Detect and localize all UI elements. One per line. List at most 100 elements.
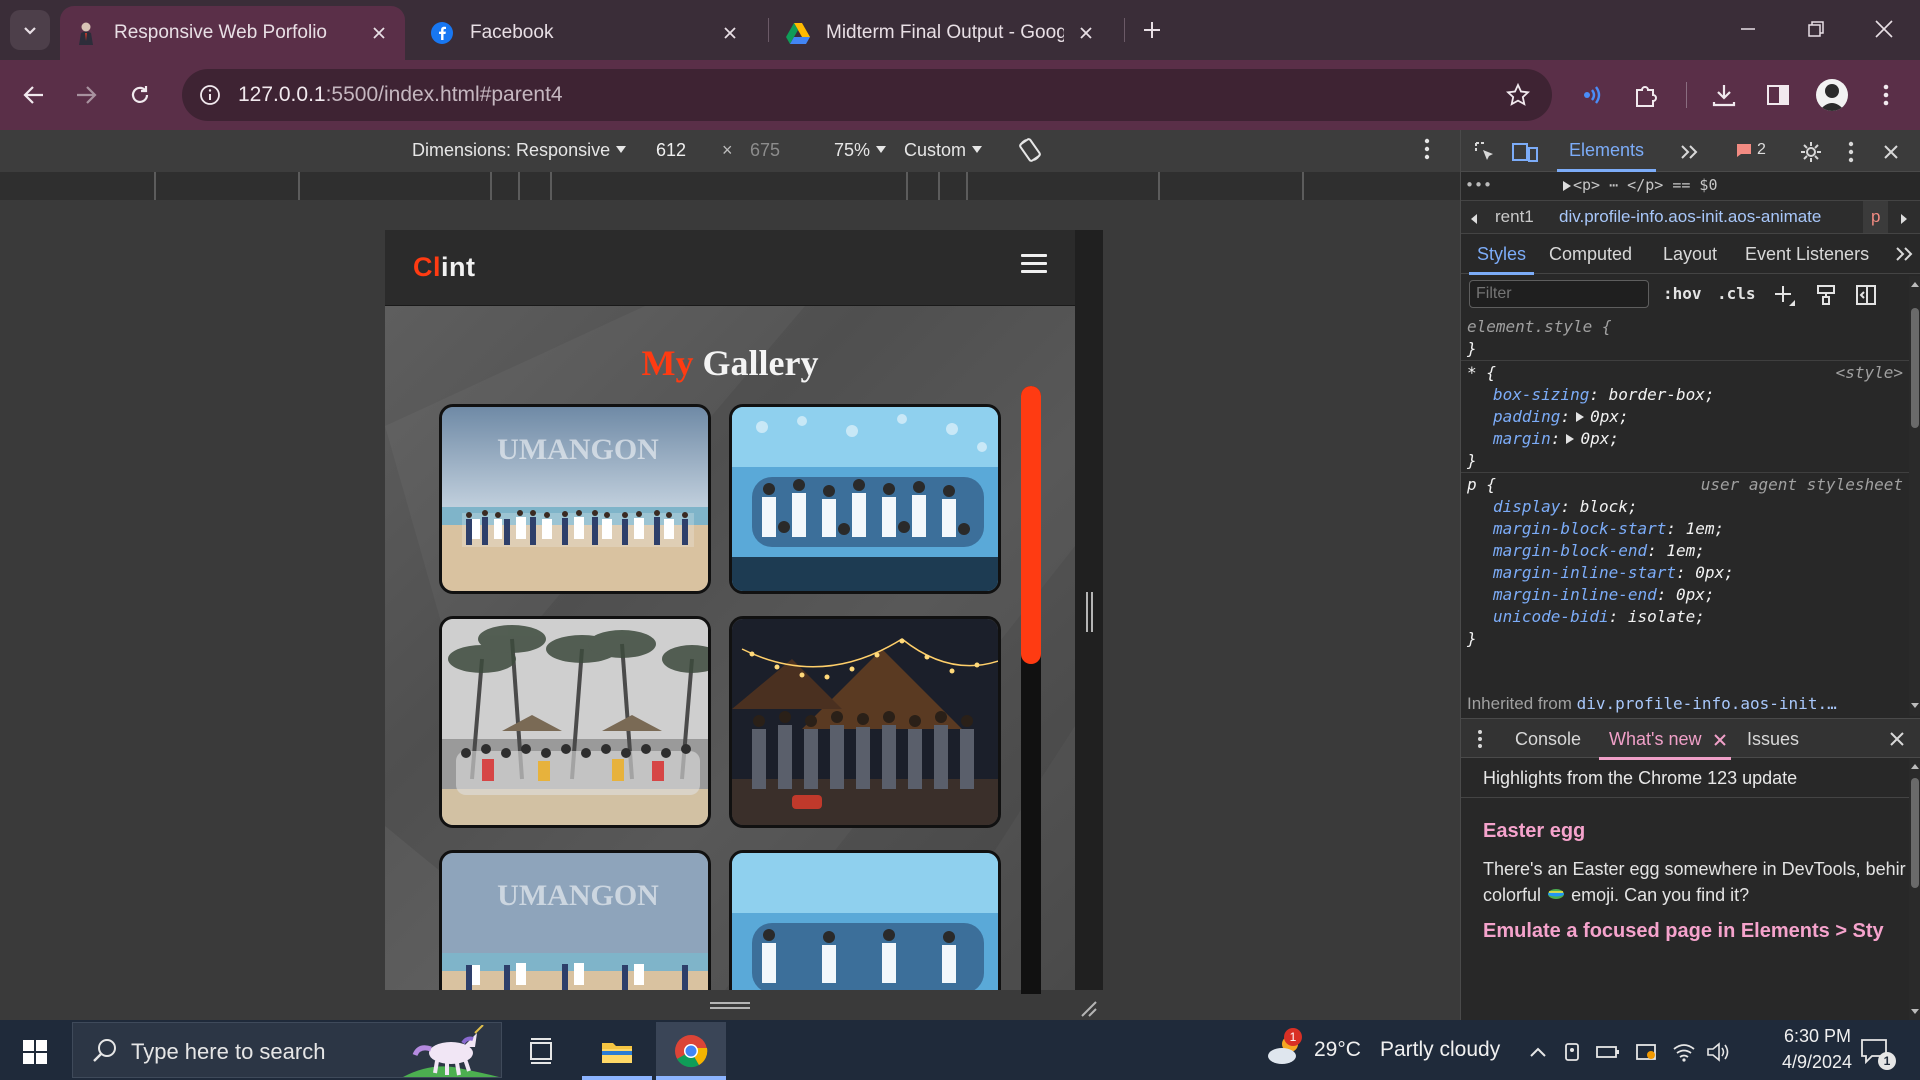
hamburger-menu-icon[interactable] (1021, 254, 1047, 276)
show-hidden-icons-chevron-icon[interactable] (1526, 1040, 1550, 1064)
toggle-sidebar-icon[interactable] (1855, 284, 1877, 311)
class-toggle[interactable]: .cls (1717, 284, 1756, 303)
dom-tree-selected-node[interactable]: ••• <p> ⋯ </p> == $0 (1461, 174, 1920, 198)
gallery-photo-beach[interactable]: UMANGON (439, 404, 711, 594)
cast-extension-icon[interactable] (1572, 77, 1608, 113)
expand-shorthand-icon[interactable] (1576, 412, 1585, 422)
close-window-button[interactable] (1850, 0, 1918, 58)
extensions-puzzle-icon[interactable] (1628, 77, 1664, 113)
tab-styles[interactable]: Styles (1468, 244, 1535, 275)
wifi-icon[interactable] (1672, 1040, 1696, 1064)
tab-elements[interactable]: Elements (1557, 130, 1657, 172)
chrome-menu-icon[interactable] (1868, 77, 1904, 113)
more-panes-icon[interactable] (1895, 246, 1913, 267)
start-button[interactable] (12, 1032, 58, 1072)
style-rule-p[interactable]: p {user agent stylesheet display: block;… (1461, 474, 1909, 650)
resize-handle-corner[interactable] (1078, 998, 1098, 1018)
chrome-taskbar-button[interactable] (656, 1022, 726, 1080)
close-whats-new-icon[interactable] (1713, 731, 1727, 752)
more-tabs-icon[interactable] (1675, 138, 1703, 166)
styles-scrollbar[interactable] (1909, 276, 1920, 716)
whats-new-heading[interactable]: Easter egg (1483, 820, 1585, 843)
property-value[interactable]: block; (1580, 497, 1638, 516)
tab-computed[interactable]: Computed (1549, 244, 1632, 265)
tab-console[interactable]: Console (1515, 729, 1581, 750)
close-devtools-icon[interactable] (1877, 138, 1905, 166)
gallery-photo-night[interactable] (729, 616, 1001, 828)
rule-origin-link[interactable]: <style> (1836, 362, 1903, 384)
address-bar[interactable]: 127.0.0.1:5500/index.html#parent4 (182, 69, 1552, 121)
gallery-photo-palms[interactable] (439, 616, 711, 828)
file-explorer-button[interactable] (582, 1022, 652, 1080)
site-logo[interactable]: Clint (413, 252, 476, 283)
zoom-dropdown[interactable]: 75% (834, 140, 887, 161)
back-button[interactable] (14, 75, 54, 115)
devtools-menu-icon[interactable] (1837, 138, 1865, 166)
tab-whats-new[interactable]: What's new (1598, 729, 1733, 760)
property-value[interactable]: 0px; (1590, 407, 1629, 426)
tab-facebook[interactable]: Facebook (416, 6, 756, 60)
property-name[interactable]: margin (1493, 429, 1551, 448)
inherited-element-link[interactable]: div.profile-info.aos-init.… (1577, 694, 1837, 713)
tab-portfolio[interactable]: Responsive Web Porfolio (60, 6, 405, 60)
style-rule-element[interactable]: element.style { } (1461, 316, 1909, 361)
ellipsis-icon[interactable]: ••• (1465, 176, 1492, 194)
breadcrumb-scroll-left-icon[interactable] (1469, 210, 1479, 230)
property-name[interactable]: unicode-bidi (1493, 607, 1609, 626)
resize-handle-bottom[interactable] (710, 1002, 750, 1012)
volume-icon[interactable] (1706, 1040, 1730, 1064)
breadcrumb-item-current[interactable]: p (1863, 201, 1889, 233)
inspect-element-icon[interactable] (1471, 138, 1499, 166)
close-drawer-icon[interactable] (1889, 731, 1905, 752)
tab-layout[interactable]: Layout (1663, 244, 1717, 265)
weather-description[interactable]: Partly cloudy (1380, 1038, 1500, 1062)
tab-search-button[interactable] (10, 10, 50, 50)
width-input[interactable]: 612 (656, 140, 686, 161)
site-info-icon[interactable] (196, 81, 224, 109)
battery-icon[interactable] (1596, 1040, 1620, 1064)
restore-button[interactable] (1782, 0, 1850, 58)
side-panel-icon[interactable] (1760, 77, 1796, 113)
clock-date[interactable]: 4/9/2024 (1782, 1052, 1852, 1073)
power-mode-icon[interactable] (1634, 1040, 1658, 1064)
property-name[interactable]: display (1493, 497, 1560, 516)
taskbar-search-box[interactable]: Type here to search (72, 1022, 502, 1078)
height-input[interactable]: 675 (750, 140, 780, 161)
resize-handle-right[interactable] (1086, 592, 1094, 632)
property-value[interactable]: 1em; (1666, 541, 1705, 560)
paint-brush-icon[interactable] (1815, 284, 1837, 311)
profile-avatar[interactable] (1816, 79, 1848, 111)
property-value[interactable]: border-box; (1609, 385, 1715, 404)
issues-badge[interactable]: 2 (1735, 141, 1766, 159)
device-toolbar-more-icon[interactable] (1424, 138, 1430, 165)
gallery-photo-blue-group[interactable] (729, 404, 1001, 594)
property-name[interactable]: box-sizing (1493, 385, 1589, 404)
style-rule-universal[interactable]: * {<style> box-sizing: border-box; paddi… (1461, 362, 1909, 473)
close-tab-icon[interactable] (1074, 21, 1098, 45)
weather-temperature[interactable]: 29°C (1314, 1038, 1361, 1062)
downloads-icon[interactable] (1706, 77, 1742, 113)
settings-gear-icon[interactable] (1797, 138, 1825, 166)
page-scrollbar-thumb[interactable] (1021, 386, 1041, 664)
drawer-scrollbar[interactable] (1909, 758, 1920, 1020)
breadcrumb-item[interactable]: rent1 (1495, 207, 1534, 227)
clock-time[interactable]: 6:30 PM (1784, 1026, 1851, 1047)
property-value[interactable]: 0px; (1676, 585, 1715, 604)
property-value[interactable]: isolate; (1628, 607, 1705, 626)
minimize-button[interactable] (1714, 0, 1782, 58)
property-value[interactable]: 1em; (1686, 519, 1725, 538)
close-tab-icon[interactable] (367, 21, 391, 45)
property-name[interactable]: margin-inline-end (1493, 585, 1657, 604)
task-view-button[interactable] (506, 1022, 576, 1080)
hover-state-toggle[interactable]: :hov (1663, 284, 1702, 303)
new-style-rule-icon[interactable] (1773, 284, 1797, 313)
property-name[interactable]: margin-block-start (1493, 519, 1666, 538)
breadcrumb-scroll-right-icon[interactable] (1899, 210, 1909, 230)
gallery-photo-blue-group-2[interactable] (729, 850, 1001, 990)
property-name[interactable]: margin-block-end (1493, 541, 1647, 560)
tab-event-listeners[interactable]: Event Listeners (1745, 244, 1869, 265)
styles-filter-input[interactable] (1469, 280, 1649, 308)
close-tab-icon[interactable] (718, 21, 742, 45)
drawer-menu-icon[interactable] (1477, 729, 1483, 754)
property-value[interactable]: 0px; (1580, 429, 1619, 448)
